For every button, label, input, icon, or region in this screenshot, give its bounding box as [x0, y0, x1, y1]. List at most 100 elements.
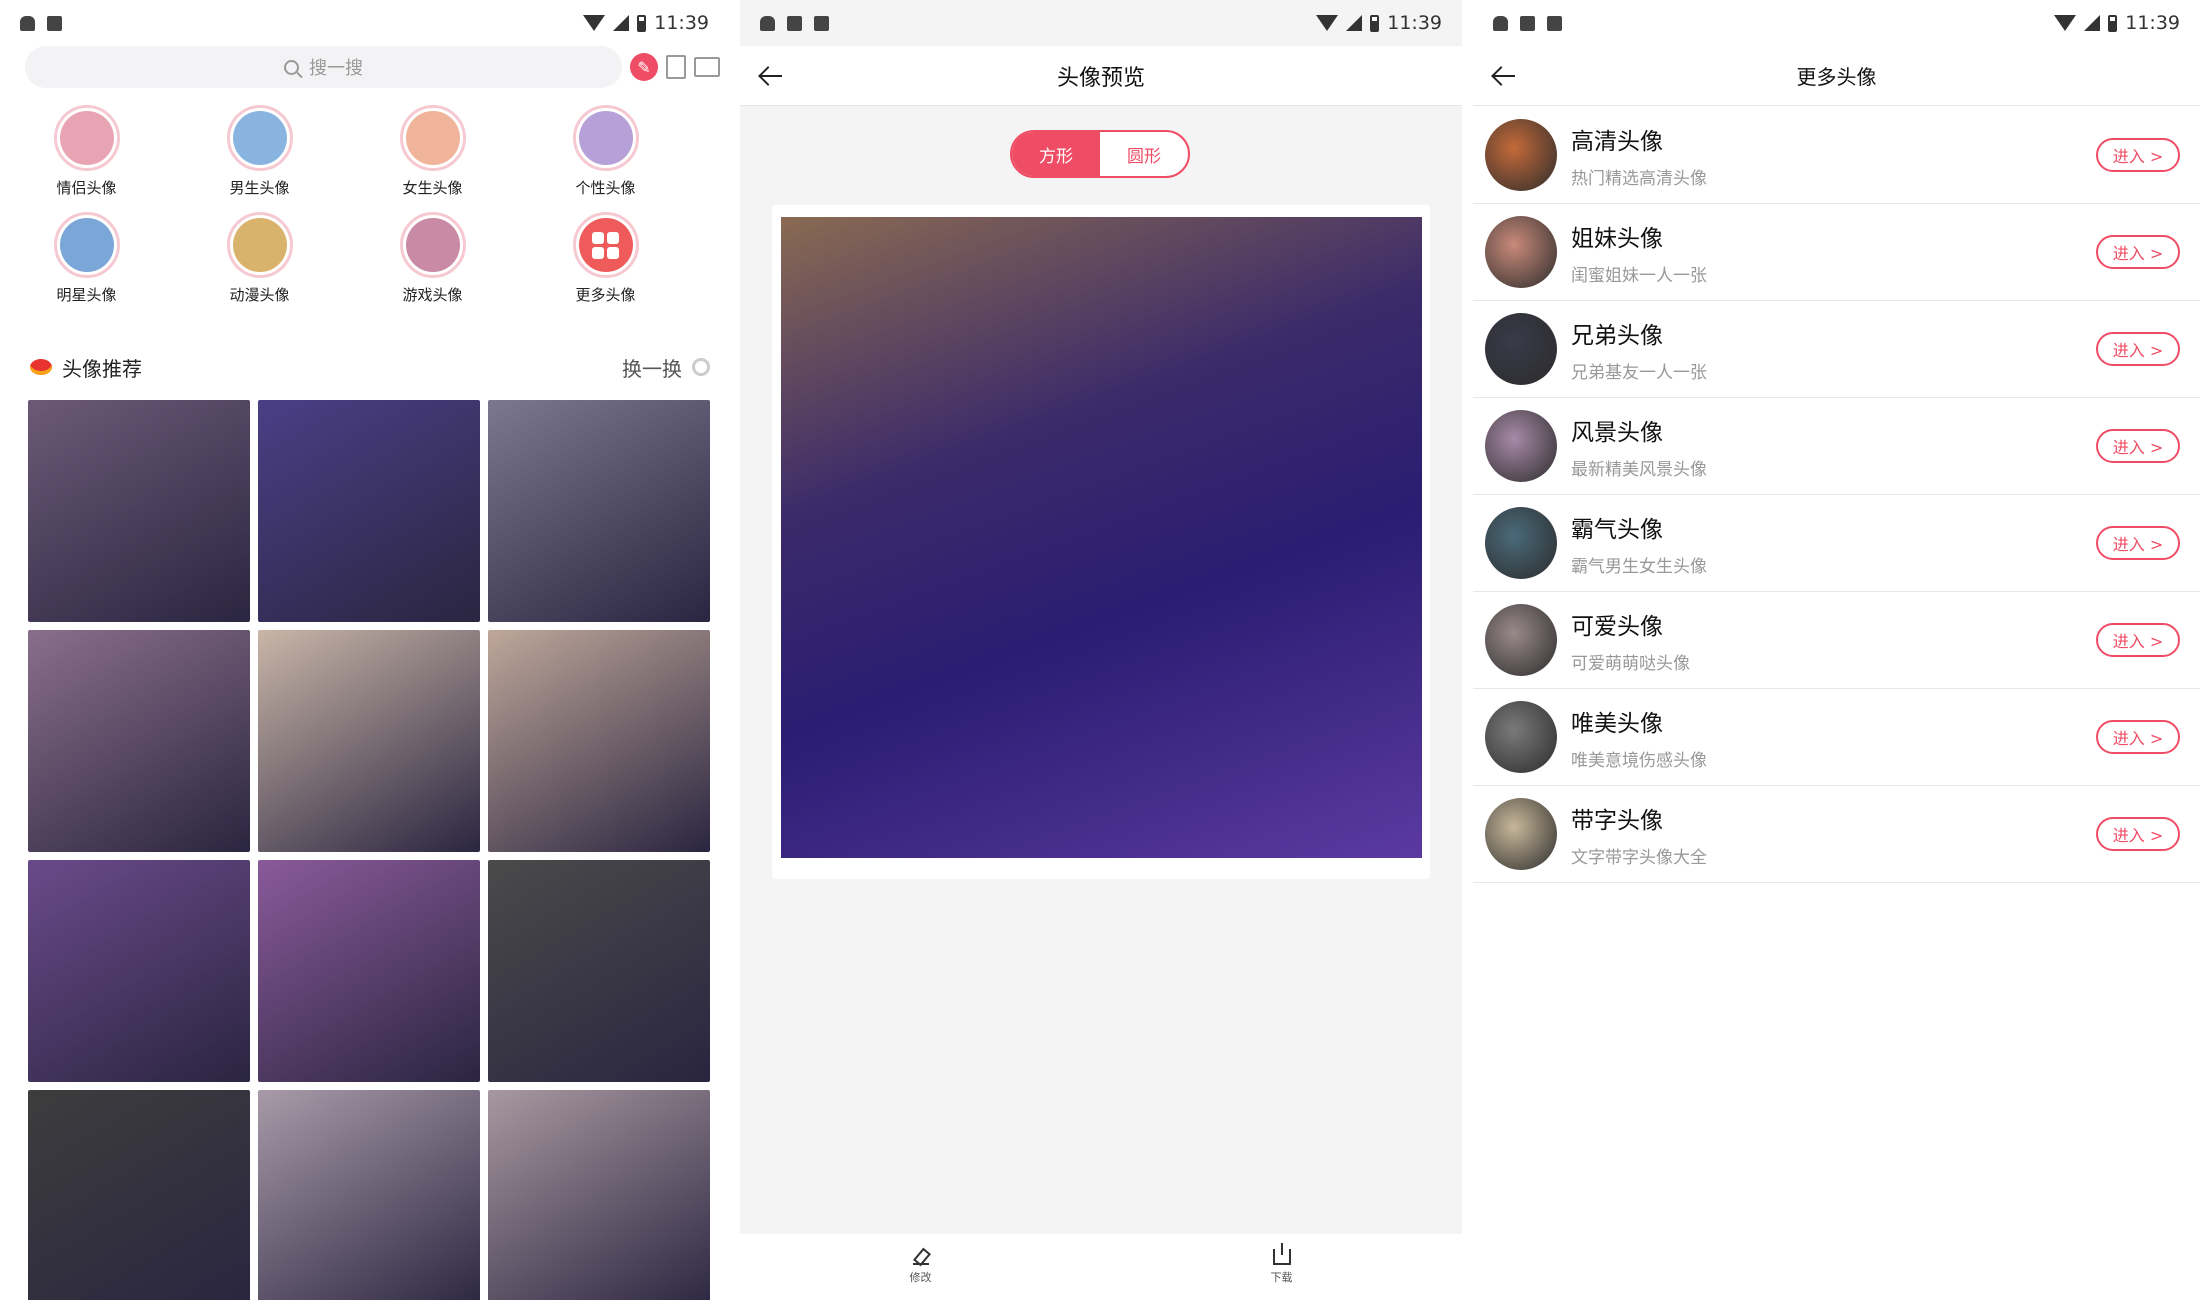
recommend-header: 头像推荐 换一换: [30, 350, 710, 384]
back-arrow-icon[interactable]: [1491, 62, 1519, 90]
category-item[interactable]: 个性头像: [519, 105, 692, 198]
category-label: 游戏头像: [402, 286, 463, 304]
list-item[interactable]: 可爱头像 可爱萌萌哒头像 进入 >: [1473, 592, 2200, 689]
item-subtitle: 闺蜜姐妹一人一张: [1571, 265, 1707, 286]
category-avatar: [53, 212, 120, 278]
avatar-thumbnail[interactable]: [258, 1090, 480, 1300]
shape-toggle: 方形 圆形: [1010, 130, 1190, 178]
page-title: 更多头像: [1796, 65, 1877, 89]
battery-icon: [637, 14, 647, 32]
enter-button[interactable]: 进入 >: [2096, 720, 2180, 754]
avatar-thumbnail[interactable]: [28, 860, 250, 1082]
enter-button[interactable]: 进入 >: [2096, 526, 2180, 560]
category-item[interactable]: 更多头像: [519, 212, 692, 305]
category-label: 更多头像: [575, 286, 636, 304]
avatar-thumbnail[interactable]: [488, 630, 710, 852]
category-label: 动漫头像: [229, 286, 290, 304]
avatar-thumbnail[interactable]: [488, 1090, 710, 1300]
item-title: 霸气头像: [1571, 516, 1663, 543]
recommend-title: 头像推荐: [62, 356, 142, 381]
category-avatar: [1485, 410, 1557, 482]
enter-button[interactable]: 进入 >: [2096, 817, 2180, 851]
category-avatar: [226, 212, 293, 278]
home-screen: 11:39 搜一搜 ✎ 情侣头像 男生头像 女生头像 个性头像明星头像 动漫头像 游戏头像…: [0, 0, 729, 1300]
status-time: 11:39: [1387, 12, 1442, 34]
category-item[interactable]: 游戏头像: [346, 212, 519, 305]
magic-icon[interactable]: ✎: [630, 53, 658, 81]
notification-icon: [47, 15, 62, 31]
download-button[interactable]: 下载: [1101, 1234, 1462, 1300]
edit-button[interactable]: 修改: [740, 1234, 1101, 1300]
status-bar: 11:39: [1473, 0, 2200, 46]
avatar-thumbnail[interactable]: [488, 860, 710, 1082]
category-item[interactable]: 情侣头像: [0, 105, 173, 198]
mail-icon[interactable]: [694, 57, 720, 77]
status-time: 11:39: [654, 12, 709, 34]
list-item[interactable]: 兄弟头像 兄弟基友一人一张 进入 >: [1473, 301, 2200, 398]
wifi-icon: [1316, 15, 1339, 31]
battery-icon: [2108, 14, 2118, 32]
category-avatar: [226, 105, 293, 171]
search-placeholder: 搜一搜: [309, 58, 363, 79]
item-title: 风景头像: [1571, 419, 1663, 446]
item-title: 高清头像: [1571, 128, 1663, 155]
download-label: 下载: [1270, 1271, 1293, 1284]
image-icon: [787, 15, 802, 31]
notification-icon: [814, 15, 829, 31]
avatar-thumbnail[interactable]: [28, 630, 250, 852]
bottom-toolbar: 修改 下载: [740, 1234, 1462, 1300]
signal-icon: [613, 15, 630, 31]
category-avatar: [1485, 119, 1557, 191]
category-avatar: [572, 105, 639, 171]
enter-button[interactable]: 进入 >: [2096, 332, 2180, 366]
category-label: 个性头像: [575, 179, 636, 197]
status-bar: 11:39: [0, 0, 729, 46]
category-avatar: [1485, 507, 1557, 579]
enter-button[interactable]: 进入 >: [2096, 623, 2180, 657]
download-icon: [1272, 1243, 1291, 1265]
photo-grid: [28, 400, 710, 1300]
status-bar: 11:39: [740, 0, 1462, 46]
status-time: 11:39: [2125, 12, 2180, 34]
top-bar: 更多头像: [1473, 46, 2200, 106]
category-avatar: [1485, 604, 1557, 676]
category-item[interactable]: 动漫头像: [173, 212, 346, 305]
avatar-thumbnail[interactable]: [258, 630, 480, 852]
preview-screen: 11:39 头像预览 方形 圆形 修改 下载: [740, 0, 1462, 1300]
document-icon[interactable]: [666, 55, 686, 79]
square-shape-option[interactable]: 方形: [1012, 132, 1100, 176]
avatar-thumbnail[interactable]: [28, 1090, 250, 1300]
android-icon: [1493, 15, 1508, 31]
list-item[interactable]: 唯美头像 唯美意境伤感头像 进入 >: [1473, 689, 2200, 786]
list-item[interactable]: 霸气头像霸气男生女生头像 进入 >: [1473, 495, 2200, 592]
android-icon: [760, 15, 775, 31]
list-item[interactable]: 姐妹头像 闺蜜姐妹一人一张 进入 >: [1473, 204, 2200, 301]
list-item[interactable]: 风景头像 最新精美风景头像 进入 >: [1473, 398, 2200, 495]
signal-icon: [2084, 15, 2101, 31]
avatar-preview-image: [781, 217, 1422, 858]
avatar-thumbnail[interactable]: [258, 860, 480, 1082]
round-shape-option[interactable]: 圆形: [1100, 132, 1188, 176]
category-item[interactable]: 女生头像: [346, 105, 519, 198]
category-item[interactable]: 男生头像: [173, 105, 346, 198]
item-title: 带字头像: [1571, 807, 1663, 834]
avatar-thumbnail[interactable]: [28, 400, 250, 622]
wifi-icon: [583, 15, 606, 31]
enter-button[interactable]: 进入 >: [2096, 235, 2180, 269]
android-icon: [20, 15, 35, 31]
list-item[interactable]: 带字头像 文字带字头像大全 进入 >: [1473, 786, 2200, 883]
item-title: 唯美头像: [1571, 710, 1663, 737]
category-item[interactable]: 明星头像: [0, 212, 173, 305]
enter-button[interactable]: 进入 >: [2096, 138, 2180, 172]
enter-button[interactable]: 进入 >: [2096, 429, 2180, 463]
item-subtitle: 霸气男生女生头像: [1571, 556, 1707, 577]
refresh-button[interactable]: 换一换: [622, 353, 710, 382]
avatar-thumbnail[interactable]: [258, 400, 480, 622]
item-subtitle: 兄弟基友一人一张: [1571, 362, 1707, 383]
avatar-thumbnail[interactable]: [488, 400, 710, 622]
notification-icon: [1547, 15, 1562, 31]
list-item[interactable]: 高清头像 热门精选高清头像 进入 >: [1473, 107, 2200, 204]
back-arrow-icon[interactable]: [758, 62, 786, 90]
search-input[interactable]: 搜一搜: [25, 46, 622, 88]
category-avatar: [53, 105, 120, 171]
